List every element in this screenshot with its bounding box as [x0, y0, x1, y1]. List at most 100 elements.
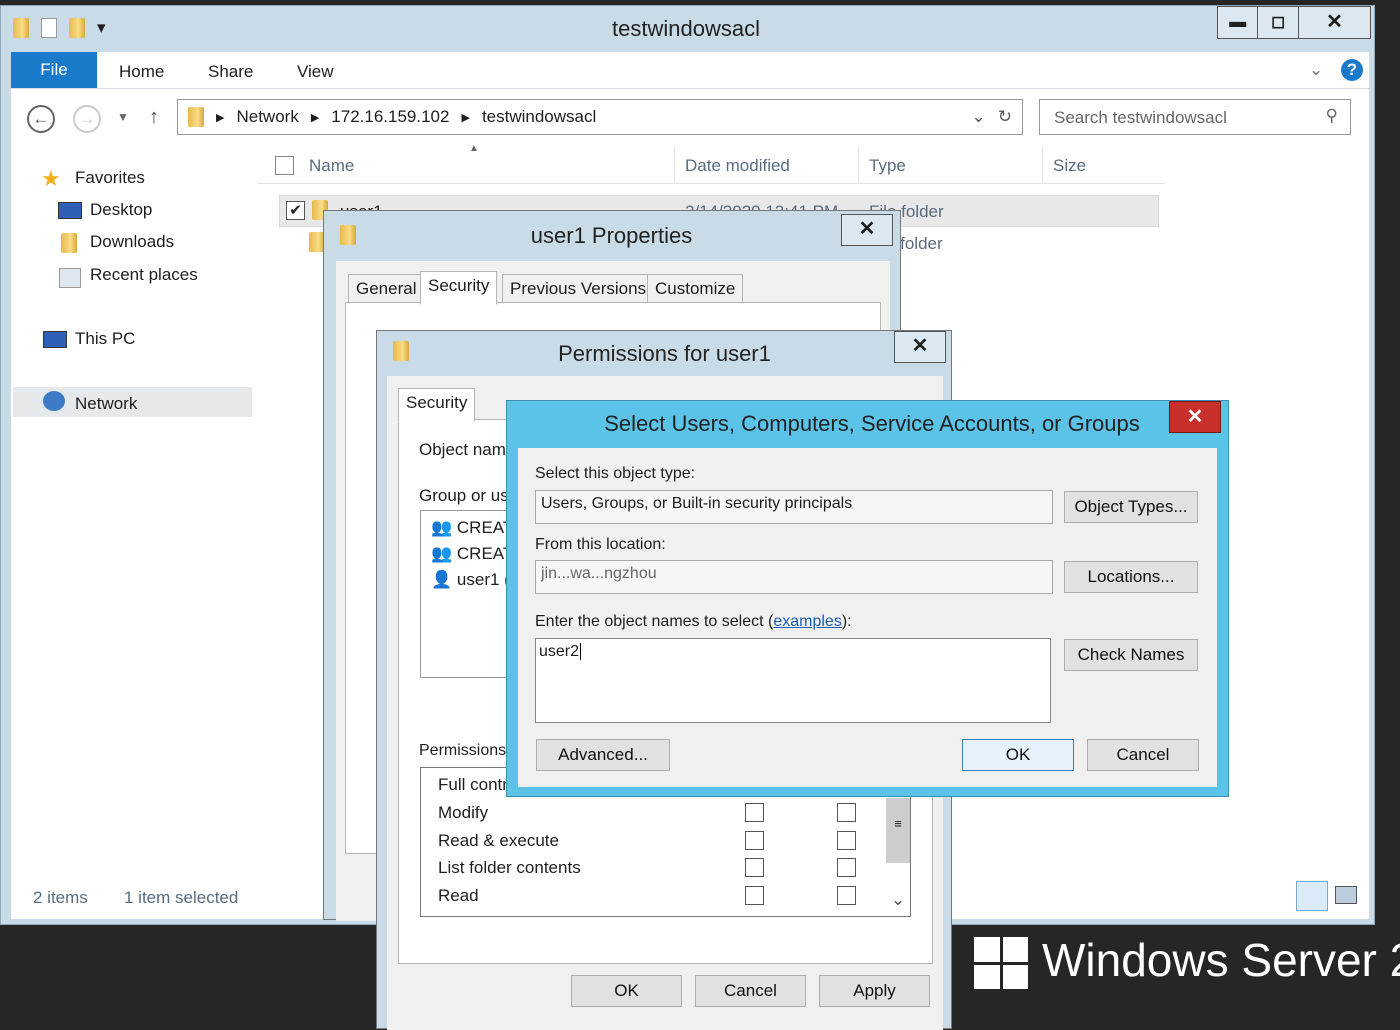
select-close-button[interactable]: ✕ — [1169, 401, 1221, 433]
sort-ascending-icon: ▲ — [469, 143, 479, 154]
folder-icon — [393, 341, 409, 361]
select-cancel-button[interactable]: Cancel — [1087, 739, 1199, 771]
tab-view[interactable]: View — [297, 62, 334, 82]
allow-checkbox[interactable] — [745, 886, 764, 905]
properties-title: user1 Properties — [530, 223, 693, 248]
nav-favorites[interactable]: Favorites — [75, 168, 145, 188]
properties-close-button[interactable]: ✕ — [841, 214, 893, 246]
column-name[interactable]: Name — [309, 156, 354, 176]
nav-downloads[interactable]: Downloads — [90, 232, 174, 252]
windows-logo-icon — [974, 937, 1028, 989]
select-dialog-title: Select Users, Computers, Service Account… — [604, 411, 1140, 436]
object-name-label: Object name — [419, 440, 516, 459]
recent-places-icon — [59, 268, 81, 288]
permissions-label: Permissions — [419, 742, 507, 759]
allow-checkbox[interactable] — [745, 803, 764, 822]
allow-checkbox[interactable] — [745, 858, 764, 877]
permissions-title: Permissions for user1 — [558, 341, 771, 366]
network-globe-icon — [43, 391, 65, 411]
forward-button[interactable]: → — [73, 105, 101, 133]
object-type-field: Users, Groups, or Built-in security prin… — [535, 490, 1053, 524]
column-size[interactable]: Size — [1042, 147, 1096, 184]
scrollbar-thumb[interactable]: ≡ — [886, 798, 910, 863]
nav-recent-places[interactable]: Recent places — [90, 265, 198, 285]
downloads-icon — [61, 233, 77, 253]
quick-access-toolbar: ▾ — [13, 18, 106, 38]
nav-network[interactable]: Network — [75, 394, 137, 414]
up-button[interactable]: ↑ — [149, 106, 159, 129]
ok-button[interactable]: OK — [571, 975, 682, 1007]
group-or-user-label: Group or use — [419, 486, 519, 505]
check-names-button[interactable]: Check Names — [1064, 639, 1198, 671]
location-field: jin...wa...ngzhou — [535, 560, 1053, 594]
expand-ribbon-icon[interactable]: ⌄ — [1309, 60, 1323, 80]
star-icon: ★ — [41, 166, 61, 191]
cancel-button[interactable]: Cancel — [695, 975, 806, 1007]
search-placeholder: Search testwindowsacl — [1054, 108, 1227, 127]
allow-checkbox[interactable] — [745, 831, 764, 850]
deny-checkbox[interactable] — [837, 831, 856, 850]
permissions-close-button[interactable]: ✕ — [894, 331, 946, 363]
location-label: From this location: — [535, 536, 666, 553]
select-users-dialog: Select Users, Computers, Service Account… — [506, 400, 1229, 797]
breadcrumb-folder[interactable]: testwindowsacl — [482, 107, 596, 127]
locations-button[interactable]: Locations... — [1064, 561, 1198, 593]
column-headers: Name ▲ Date modified Type Size — [257, 143, 1165, 184]
row-checkbox-checked[interactable]: ✔ — [286, 201, 305, 220]
tab-customize[interactable]: Customize — [647, 274, 744, 304]
object-names-value: user2 — [539, 643, 580, 660]
apply-button[interactable]: Apply — [819, 975, 930, 1007]
tab-file[interactable]: File — [11, 52, 97, 88]
breadcrumb-ip[interactable]: 172.16.159.102 — [331, 107, 449, 127]
object-names-label: Enter the object names to select (exampl… — [535, 613, 852, 630]
object-type-label: Select this object type: — [535, 465, 696, 482]
user-icon: 👤 — [431, 570, 453, 589]
details-view-button[interactable] — [1296, 881, 1328, 911]
perm-read-execute: Read & execute — [438, 831, 559, 850]
group-icon: 👥 — [431, 544, 453, 563]
advanced-button[interactable]: Advanced... — [536, 739, 670, 771]
object-types-button[interactable]: Object Types... — [1064, 491, 1198, 523]
status-selected: 1 item selected — [124, 888, 239, 907]
customize-chevron-icon[interactable]: ▾ — [97, 18, 106, 38]
properties-icon[interactable] — [41, 18, 57, 38]
address-bar[interactable]: ▶ Network ▶ 172.16.159.102 ▶ testwindowsacl… — [177, 99, 1023, 135]
window-title: testwindowsacl — [612, 16, 760, 41]
address-dropdown-icon[interactable]: ⌄ — [972, 107, 986, 127]
object-names-input[interactable]: user2 — [535, 638, 1051, 723]
tab-general[interactable]: General — [348, 274, 425, 304]
select-all-checkbox[interactable] — [275, 156, 294, 175]
network-folder-icon[interactable] — [13, 18, 29, 38]
nav-this-pc[interactable]: This PC — [75, 329, 135, 349]
column-date-modified[interactable]: Date modified — [674, 147, 800, 184]
search-input[interactable]: Search testwindowsacl ⚲ — [1039, 99, 1351, 135]
deny-checkbox[interactable] — [837, 858, 856, 877]
branding-text: Windows Server 20 — [1042, 934, 1400, 986]
column-type[interactable]: Type — [858, 147, 916, 184]
close-button[interactable]: ✕ — [1299, 7, 1370, 38]
minimize-button[interactable]: ▬ — [1218, 7, 1259, 38]
new-folder-icon[interactable] — [69, 18, 85, 38]
deny-checkbox[interactable] — [837, 886, 856, 905]
status-item-count: 2 items — [33, 888, 88, 907]
select-ok-button[interactable]: OK — [962, 739, 1074, 771]
tab-share[interactable]: Share — [208, 62, 253, 82]
back-button[interactable]: ← — [27, 105, 55, 133]
help-icon[interactable]: ? — [1341, 59, 1363, 81]
refresh-icon[interactable]: ↻ — [998, 107, 1012, 127]
breadcrumb-network[interactable]: Network — [236, 107, 298, 127]
maximize-button[interactable]: ◻ — [1258, 7, 1299, 38]
examples-link[interactable]: examples — [773, 613, 841, 630]
perm-list-folder: List folder contents — [438, 858, 581, 877]
search-icon: ⚲ — [1325, 106, 1338, 125]
tab-previous-versions[interactable]: Previous Versions — [502, 274, 655, 304]
tab-security[interactable]: Security — [398, 388, 476, 422]
scroll-down-icon[interactable]: ⌄ — [886, 890, 910, 914]
this-pc-icon — [43, 331, 67, 348]
recent-locations-icon[interactable]: ▼ — [117, 110, 129, 124]
large-icons-view-button[interactable] — [1335, 886, 1357, 904]
deny-checkbox[interactable] — [837, 803, 856, 822]
nav-desktop[interactable]: Desktop — [90, 200, 152, 220]
tab-home[interactable]: Home — [119, 62, 164, 82]
tab-security[interactable]: Security — [420, 271, 498, 305]
